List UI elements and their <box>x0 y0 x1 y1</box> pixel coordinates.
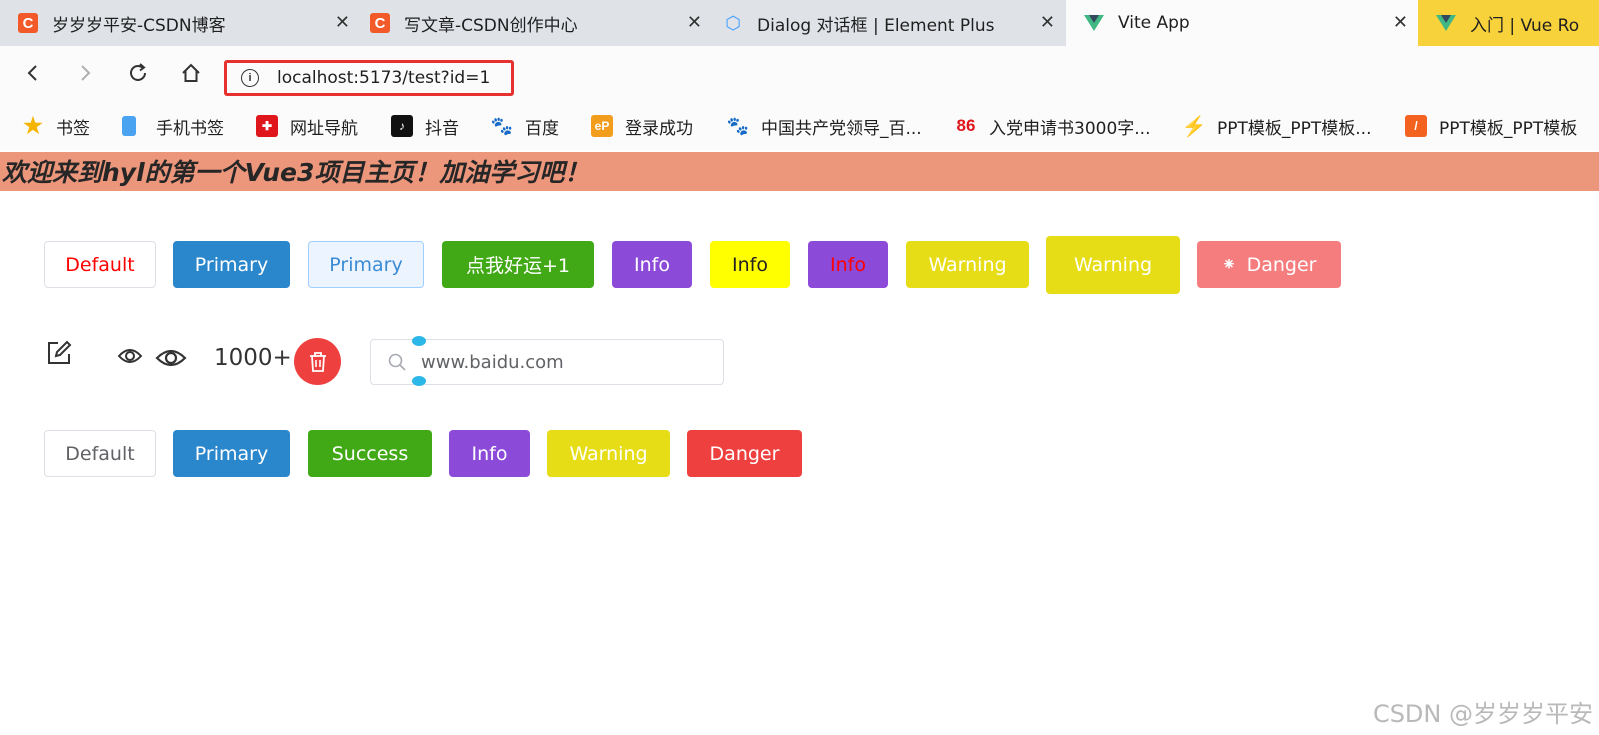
browser-tab[interactable]: C 岁岁岁平安-CSDN博客 ✕ <box>0 0 360 46</box>
bookmark-item[interactable]: / PPT模板_PPT模板 <box>1405 114 1578 139</box>
browser-tab[interactable]: ⬡ Dialog 对话框 | Element Plus ✕ <box>705 0 1065 46</box>
bookmark-label: 登录成功 <box>625 118 693 139</box>
close-icon[interactable]: ✕ <box>1393 12 1408 33</box>
tab-title: Dialog 对话框 | Element Plus <box>757 15 995 36</box>
browser-toolbar: i localhost:5173/test?id=1 <box>0 46 1599 102</box>
browser-tab[interactable]: 入门 | Vue Ro <box>1418 0 1599 46</box>
nav-site-icon: ✚ <box>256 115 278 137</box>
bookmark-label: 中国共产党领导_百... <box>761 118 922 139</box>
bookmark-label: 书签 <box>56 118 90 139</box>
bookmark-label: PPT模板_PPT模板 <box>1439 118 1578 139</box>
delete-circle-button[interactable] <box>294 338 341 385</box>
primary-button[interactable]: Primary <box>173 241 290 288</box>
forward-icon[interactable] <box>70 58 100 88</box>
ppt-icon: ⚡ <box>1181 115 1207 138</box>
star-icon: ★ <box>23 113 43 138</box>
warning-button[interactable]: Warning <box>547 430 670 477</box>
bookmark-label: 手机书签 <box>156 118 224 139</box>
browser-tab-active[interactable]: Vite App ✕ <box>1066 0 1418 46</box>
csdn-icon: C <box>370 13 390 33</box>
danger-button[interactable]: Danger <box>687 430 802 477</box>
vue-icon <box>1084 13 1104 33</box>
ep-icon: eP <box>591 115 613 137</box>
baidu-icon: 🐾 <box>490 115 514 136</box>
reload-icon[interactable] <box>123 58 153 88</box>
bookmark-item[interactable]: ★ 书签 <box>22 113 90 139</box>
bookmark-item[interactable]: ⚡ PPT模板_PPT模板... <box>1181 114 1372 139</box>
bookmark-label: 入党申请书3000字... <box>989 118 1151 139</box>
danger-label: Danger <box>1246 253 1317 276</box>
watermark: CSDN @岁岁岁平安 <box>1372 700 1593 728</box>
bookmark-label: 抖音 <box>425 118 459 139</box>
luck-plus-one-button[interactable]: 点我好运+1 <box>442 241 594 288</box>
element-plus-icon: ⬡ <box>725 12 741 34</box>
search-value: www.baidu.com <box>421 351 564 373</box>
text-cursor-handle-top <box>412 336 426 346</box>
browser-tab-strip: C 岁岁岁平安-CSDN博客 ✕ C 写文章-CSDN创作中心 ✕ ⬡ Dial… <box>0 0 1599 46</box>
address-bar[interactable]: i localhost:5173/test?id=1 <box>224 60 514 96</box>
loading-icon: ⁕ <box>1221 254 1237 275</box>
baidu-icon: 🐾 <box>726 115 750 136</box>
close-icon[interactable]: ✕ <box>1040 12 1055 33</box>
success-button[interactable]: Success <box>308 430 432 477</box>
86-icon: 86 <box>956 116 976 135</box>
view-icon[interactable] <box>117 346 143 366</box>
info-red-text-button[interactable]: Info <box>808 241 888 288</box>
close-icon[interactable]: ✕ <box>335 12 350 33</box>
back-icon[interactable] <box>18 58 48 88</box>
default-button[interactable]: Default <box>44 430 156 477</box>
search-icon <box>388 353 406 371</box>
primary-button[interactable]: Primary <box>173 430 290 477</box>
page-title: 欢迎来到hyl的第一个Vue3项目主页！加油学习吧！ <box>2 158 590 187</box>
csdn-icon: C <box>18 13 38 33</box>
default-button[interactable]: Default <box>44 241 156 288</box>
bookmark-item[interactable]: 手机书签 <box>122 114 224 139</box>
tab-title: Vite App <box>1118 13 1190 33</box>
tab-title: 岁岁岁平安-CSDN博客 <box>52 15 226 36</box>
warning-button[interactable]: Warning <box>906 241 1029 288</box>
tab-title: 入门 | Vue Ro <box>1470 15 1580 36</box>
text-cursor-handle-bottom <box>412 376 426 386</box>
bookmark-item[interactable]: ♪ 抖音 <box>391 114 459 139</box>
view-large-icon[interactable] <box>155 346 187 370</box>
tab-title: 写文章-CSDN创作中心 <box>404 15 578 36</box>
bookmark-item[interactable]: eP 登录成功 <box>591 114 693 139</box>
bookmark-item[interactable]: 🐾 中国共产党领导_百... <box>726 114 922 139</box>
info-button[interactable]: Info <box>612 241 692 288</box>
bookmark-label: 百度 <box>525 118 559 139</box>
bookmark-label: 网址导航 <box>290 118 358 139</box>
warning-large-button[interactable]: Warning <box>1046 236 1180 294</box>
url-text: localhost:5173/test?id=1 <box>277 68 491 88</box>
home-icon[interactable] <box>176 58 206 88</box>
badge-count: 1000+ <box>214 345 292 371</box>
page-banner: 欢迎来到hyl的第一个Vue3项目主页！加油学习吧！ <box>0 152 1599 191</box>
close-icon[interactable]: ✕ <box>687 12 702 33</box>
bookmark-item[interactable]: 86 入党申请书3000字... <box>955 114 1151 139</box>
site-info-icon[interactable]: i <box>241 69 259 87</box>
douyin-icon: ♪ <box>391 115 413 137</box>
info-button[interactable]: Info <box>449 430 530 477</box>
phone-icon <box>122 116 136 136</box>
bookmark-label: PPT模板_PPT模板... <box>1217 118 1372 139</box>
primary-plain-button[interactable]: Primary <box>308 241 424 288</box>
vue-icon <box>1436 13 1456 33</box>
edit-icon[interactable] <box>46 340 72 366</box>
bookmark-item[interactable]: 🐾 百度 <box>490 114 559 139</box>
info-yellow-button[interactable]: Info <box>710 241 790 288</box>
bookmark-item[interactable]: ✚ 网址导航 <box>256 114 358 139</box>
browser-tab[interactable]: C 写文章-CSDN创作中心 ✕ <box>352 0 712 46</box>
bookmarks-bar: ★ 书签 手机书签 ✚ 网址导航 ♪ 抖音 🐾 百度 eP 登录成功 🐾 中国共… <box>0 102 1599 150</box>
trash-icon <box>309 351 326 372</box>
danger-loading-button[interactable]: ⁕ Danger <box>1197 241 1341 288</box>
ppt-orange-icon: / <box>1405 115 1427 137</box>
